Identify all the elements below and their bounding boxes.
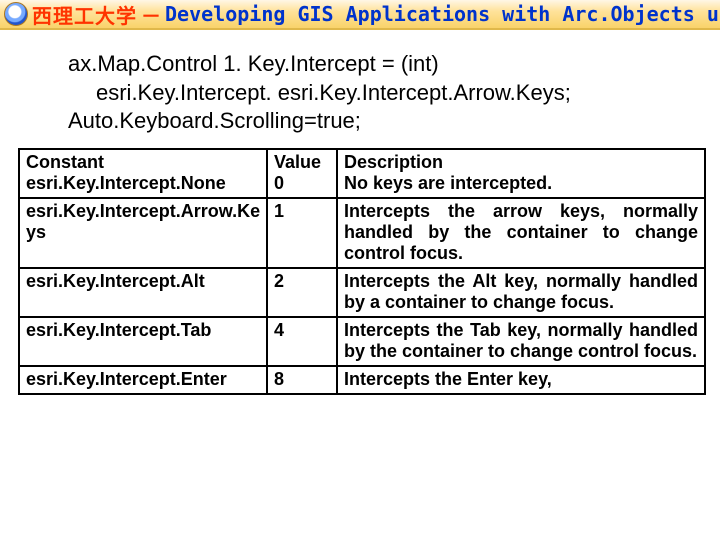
cell-value: 2 bbox=[267, 268, 337, 317]
cell-desc: Intercepts the Alt key, normally handled… bbox=[337, 268, 705, 317]
code-line-1: ax.Map.Control 1. Key.Intercept = (int) bbox=[68, 50, 690, 79]
code-block: ax.Map.Control 1. Key.Intercept = (int) … bbox=[0, 30, 720, 148]
cell-const: esri.Key.Intercept.Enter bbox=[19, 366, 267, 394]
cell-value: 1 bbox=[267, 198, 337, 268]
header-separator: － bbox=[141, 0, 161, 29]
slide-header: 西理工大学 － Developing GIS Applications with… bbox=[0, 0, 720, 30]
table-row: esri.Key.Intercept.Enter 8 Intercepts th… bbox=[19, 366, 705, 394]
university-logo-icon bbox=[4, 2, 28, 26]
key-intercept-table: Constant esri.Key.Intercept.None Value 0… bbox=[18, 148, 706, 395]
cell-desc: Intercepts the Tab key, normally handled… bbox=[337, 317, 705, 366]
header-text: Constant bbox=[26, 152, 104, 172]
cell-desc: No keys are intercepted. bbox=[344, 173, 552, 193]
col-header-constant: Constant esri.Key.Intercept.None bbox=[19, 149, 267, 198]
header-text: Description bbox=[344, 152, 443, 172]
cell-const: esri.Key.Intercept.None bbox=[26, 173, 226, 193]
slide: 西理工大学 － Developing GIS Applications with… bbox=[0, 0, 720, 540]
cell-value: 0 bbox=[274, 173, 284, 193]
table-row: esri.Key.Intercept.Alt 2 Intercepts the … bbox=[19, 268, 705, 317]
col-header-description: Description No keys are intercepted. bbox=[337, 149, 705, 198]
cell-const: esri.Key.Intercept.Arrow.Ke ys bbox=[19, 198, 267, 268]
col-header-value: Value 0 bbox=[267, 149, 337, 198]
cell-desc: Intercepts the arrow keys, normally hand… bbox=[337, 198, 705, 268]
code-line-2: esri.Key.Intercept. esri.Key.Intercept.A… bbox=[68, 79, 690, 108]
table-row: esri.Key.Intercept.Tab 4 Intercepts the … bbox=[19, 317, 705, 366]
cell-value: 4 bbox=[267, 317, 337, 366]
cell-const: esri.Key.Intercept.Alt bbox=[19, 268, 267, 317]
header-text: Value bbox=[274, 152, 321, 172]
table-container: Constant esri.Key.Intercept.None Value 0… bbox=[0, 148, 720, 395]
table-row: Constant esri.Key.Intercept.None Value 0… bbox=[19, 149, 705, 198]
table-row: esri.Key.Intercept.Arrow.Ke ys 1 Interce… bbox=[19, 198, 705, 268]
course-title: Developing GIS Applications with Arc.Obj… bbox=[165, 2, 720, 26]
code-line-3: Auto.Keyboard.Scrolling=true; bbox=[68, 107, 690, 136]
cell-const: esri.Key.Intercept.Tab bbox=[19, 317, 267, 366]
university-name: 西理工大学 bbox=[32, 0, 137, 29]
cell-value: 8 bbox=[267, 366, 337, 394]
cell-desc: Intercepts the Enter key, bbox=[337, 366, 705, 394]
